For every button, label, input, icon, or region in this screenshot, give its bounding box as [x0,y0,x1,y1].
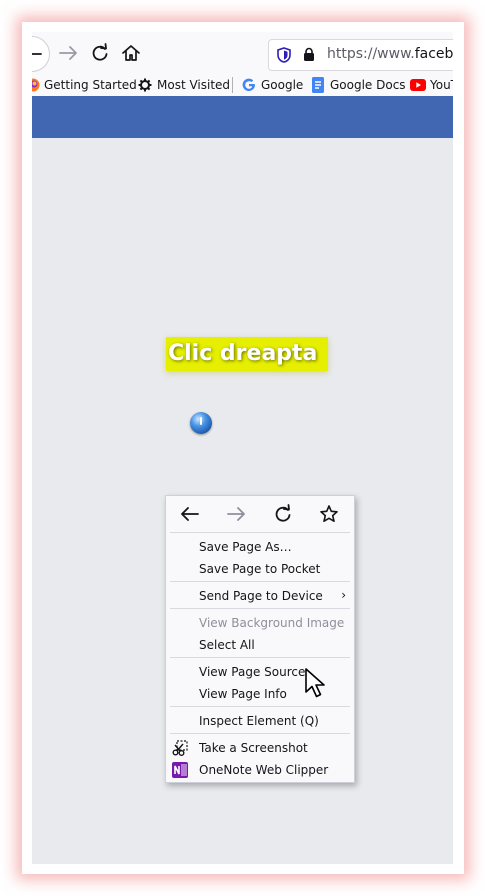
lock-icon [304,47,314,61]
url-prefix: https://www. [327,46,415,62]
url-text: https://www.facebook [327,46,453,62]
menu-separator [170,733,350,734]
bookmark-youtube[interactable]: YouT [410,77,453,93]
menu-item-view-page-source[interactable]: View Page Source [199,665,305,679]
firefox-icon [32,78,40,92]
bookmark-getting-started[interactable]: Getting Started [32,77,137,93]
gear-icon [138,78,152,92]
menu-item-save-to-pocket[interactable]: Save Page to Pocket [199,562,320,576]
menu-item-inspect-element[interactable]: Inspect Element (Q) [199,714,319,728]
forward-arrow-icon [227,507,245,521]
click-indicator-icon [190,412,212,434]
bookmark-most-visited[interactable]: Most Visited [138,77,230,93]
youtube-icon [410,79,426,91]
facebook-header-bar [32,96,453,138]
reload-icon [275,504,291,522]
star-icon [320,505,338,522]
menu-separator [170,706,350,707]
menu-item-onenote-clipper[interactable]: OneNote Web Clipper [199,763,328,777]
menu-item-send-to-device[interactable]: Send Page to Device [199,589,323,603]
bookmarks-toolbar: Getting Started Most Visited Google Goog… [32,74,453,97]
shield-icon [277,47,291,63]
menu-separator [170,608,350,609]
context-menu: Save Page As… Save Page to Pocket Send P… [165,495,355,783]
bookmark-label: YouT [430,78,453,92]
bookmark-label: Google [261,78,304,92]
menu-bookmark-button[interactable] [319,504,339,524]
onenote-icon [172,762,188,778]
screenshot-scissors-icon [172,740,188,756]
menu-item-take-screenshot[interactable]: Take a Screenshot [199,741,308,755]
menu-reload-button[interactable] [273,504,293,524]
bookmark-label: Getting Started [44,78,137,92]
home-button[interactable] [121,43,141,63]
context-menu-nav [166,496,354,532]
menu-item-save-page-as[interactable]: Save Page As… [199,540,292,554]
menu-separator [170,657,350,658]
forward-button[interactable] [58,43,78,63]
submenu-chevron-icon: › [341,588,346,602]
menu-back-button[interactable] [180,504,200,524]
highlight-caption: Clic dreapta [166,337,328,371]
menu-forward-button[interactable] [226,504,246,524]
bookmark-google[interactable]: Google [242,77,303,93]
reload-button[interactable] [90,43,110,63]
back-button[interactable] [32,36,50,72]
home-icon [122,45,140,61]
google-docs-icon [312,77,324,93]
google-icon [242,78,255,91]
mouse-pointer-icon [305,668,325,698]
menu-item-view-page-info[interactable]: View Page Info [199,687,287,701]
url-domain: facebook [414,46,453,62]
bookmark-separator [232,77,233,93]
menu-separator [170,581,350,582]
address-bar[interactable]: https://www.facebook [268,39,453,71]
menu-separator [170,532,350,533]
bookmark-google-docs[interactable]: Google Docs [311,77,406,93]
bookmark-label: Most Visited [157,78,231,92]
reload-icon [92,43,108,61]
menu-item-view-background-image: View Background Image [199,616,345,630]
forward-arrow-icon [59,46,77,60]
browser-window: https://www.facebook Getting Started Mos… [32,32,453,864]
bookmark-label: Google Docs [330,78,406,92]
menu-item-select-all[interactable]: Select All [199,638,255,652]
back-arrow-icon [32,53,42,55]
navigation-toolbar: https://www.facebook [32,32,453,74]
back-arrow-icon [181,507,199,521]
